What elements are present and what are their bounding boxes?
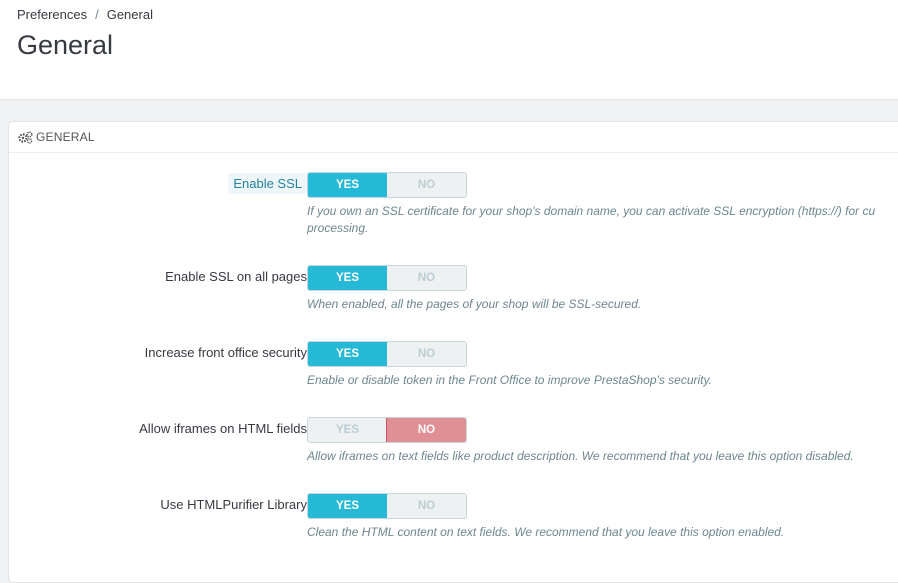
panel-heading: General xyxy=(9,122,898,153)
setting-label: Use HTMLPurifier Library xyxy=(160,497,307,512)
no-option[interactable]: NO xyxy=(387,494,466,518)
help-text: Allow iframes on text fields like produc… xyxy=(307,449,854,463)
help-text: Enable or disable token in the Front Off… xyxy=(307,373,712,387)
breadcrumb: Preferences / General xyxy=(17,7,153,22)
help-text: If you own an SSL certificate for your s… xyxy=(307,203,898,237)
no-option[interactable]: NO xyxy=(387,266,466,290)
page-header: Preferences / General General xyxy=(0,0,898,100)
yes-option[interactable]: YES xyxy=(308,342,387,366)
yes-option[interactable]: YES xyxy=(308,494,387,518)
gears-icon xyxy=(18,130,33,144)
panel-title: General xyxy=(36,130,95,144)
no-option[interactable]: NO xyxy=(387,173,466,197)
breadcrumb-parent[interactable]: Preferences xyxy=(17,7,87,22)
help-line-1: If you own an SSL certificate for your s… xyxy=(307,204,876,218)
setting-label: Allow iframes on HTML fields xyxy=(139,421,307,436)
no-option[interactable]: NO xyxy=(386,418,466,442)
htmlpurifier-switch[interactable]: YES NO xyxy=(307,493,467,519)
yes-option[interactable]: YES xyxy=(308,266,387,290)
help-line-2: processing. xyxy=(307,221,369,235)
setting-label: Enable SSL on all pages xyxy=(165,269,307,284)
setting-label: Increase front office security xyxy=(144,345,307,360)
allow-iframes-switch[interactable]: YES NO xyxy=(307,417,467,443)
ssl-all-pages-switch[interactable]: YES NO xyxy=(307,265,467,291)
page-title: General xyxy=(17,30,114,60)
breadcrumb-current: General xyxy=(106,7,153,22)
help-text: Clean the HTML content on text fields. W… xyxy=(307,525,785,539)
front-office-security-switch[interactable]: YES NO xyxy=(307,341,467,367)
no-option[interactable]: NO xyxy=(387,342,466,366)
enable-ssl-switch[interactable]: YES NO xyxy=(307,172,467,198)
help-text: When enabled, all the pages of your shop… xyxy=(307,297,642,311)
yes-option[interactable]: YES xyxy=(308,173,387,197)
breadcrumb-separator: / xyxy=(95,7,99,22)
yes-option[interactable]: YES xyxy=(308,418,387,442)
general-panel: General Enable SSL YES NO If you own an … xyxy=(8,121,898,583)
setting-label[interactable]: Enable SSL xyxy=(228,173,307,194)
